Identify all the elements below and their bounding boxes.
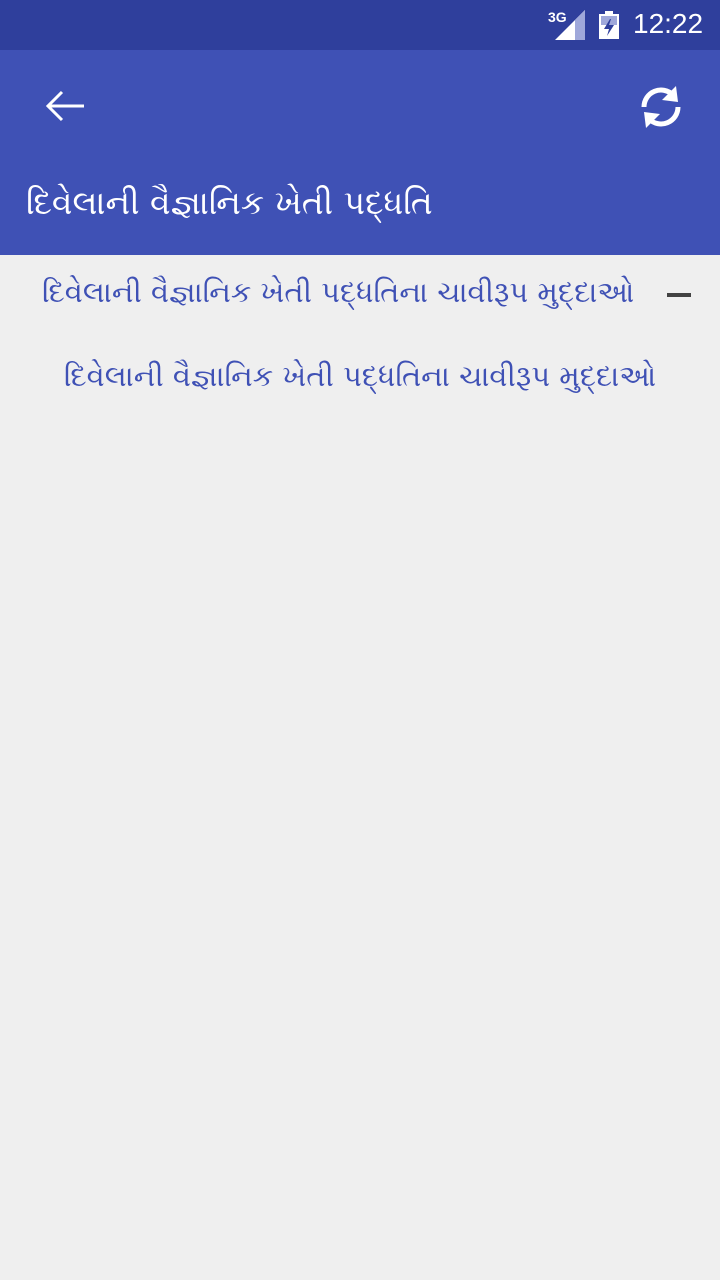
refresh-button[interactable] <box>632 78 690 136</box>
expandable-list: દિવેલાની વૈજ્ઞાનિક ખેતી પદ્ધતિના ચાવીરૂપ… <box>0 255 720 1280</box>
status-bar: 3G 12:22 <box>0 0 720 50</box>
network-type-label: 3G <box>548 9 567 25</box>
minus-icon <box>667 293 691 297</box>
back-button[interactable] <box>36 78 96 134</box>
app-bar: દિવેલાની વૈજ્ઞાનિક ખેતી પદ્ધતિ <box>0 50 720 255</box>
list-group-header[interactable]: દિવેલાની વૈજ્ઞાનિક ખેતી પદ્ધતિના ચાવીરૂપ… <box>0 255 720 335</box>
clock: 12:22 <box>633 8 704 39</box>
back-arrow-icon <box>45 90 84 122</box>
list-item[interactable]: દિવેલાની વૈજ્ઞાનિક ખેતી પદ્ધતિના ચાવીરૂપ… <box>0 341 720 419</box>
list-item-label: દિવેલાની વૈજ્ઞાનિક ખેતી પદ્ધતિના ચાવીરૂપ… <box>63 359 657 393</box>
page-title: દિવેલાની વૈજ્ઞાનિક ખેતી પદ્ધતિ <box>26 183 433 222</box>
refresh-icon <box>641 86 681 128</box>
battery-icon <box>599 11 619 39</box>
group-label: દિવેલાની વૈજ્ઞાનિક ખેતી પદ્ધતિના ચાવીરૂપ… <box>42 275 635 309</box>
